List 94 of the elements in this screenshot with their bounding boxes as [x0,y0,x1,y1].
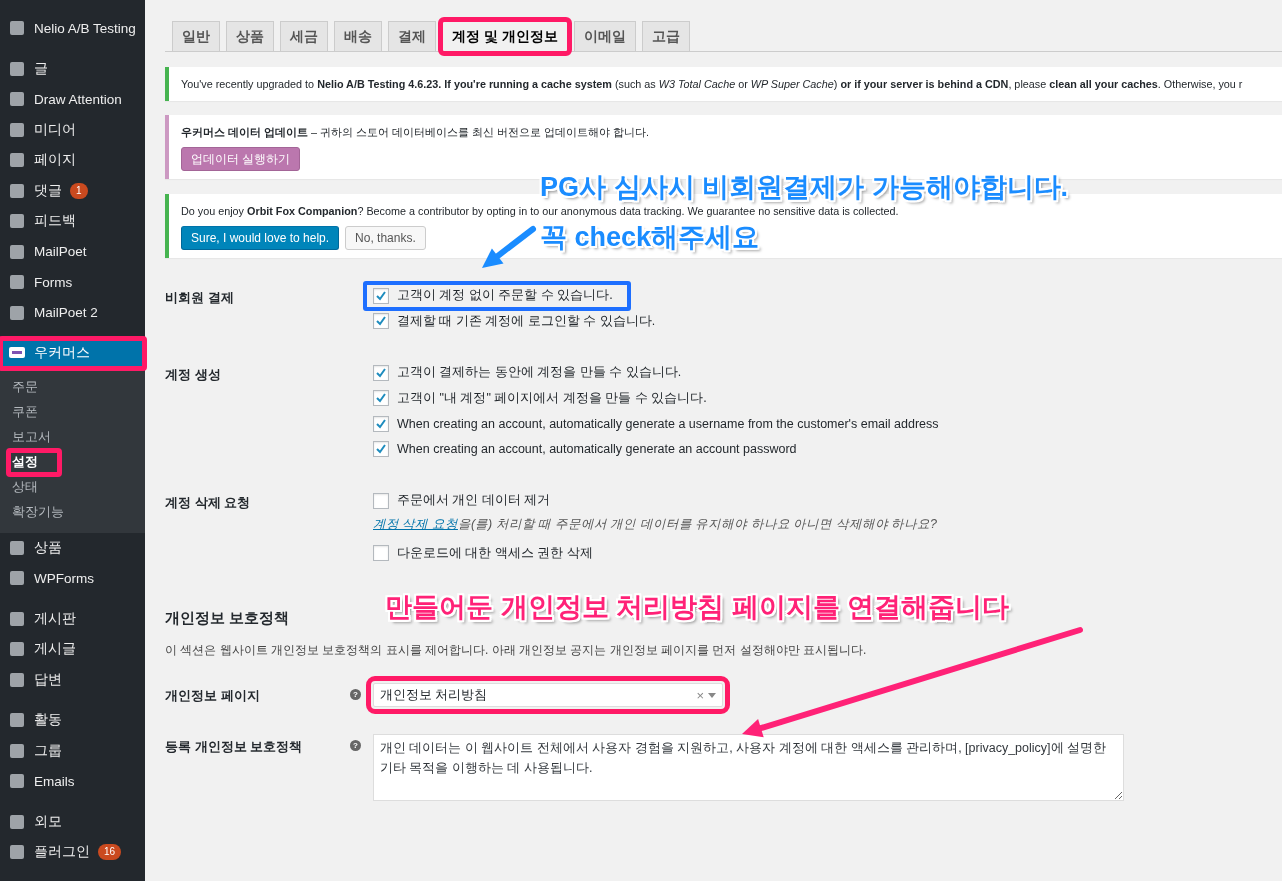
checkbox[interactable] [373,287,389,304]
sidebar-item[interactable]: Emails [0,766,145,797]
submenu-item[interactable]: 주문 [0,374,145,400]
annotation-text: PG사 심사시 비회원결제가 가능해야합니다. [540,172,1069,203]
checkbox[interactable] [373,415,389,432]
square-icon [8,772,26,791]
checkbox-label: When creating an account, automatically generate an account password [397,442,797,457]
checkbox[interactable] [373,390,389,407]
sidebar-item[interactable]: Nelio A/B Testing [0,13,145,44]
submenu-item[interactable]: 설정 [8,449,60,475]
square-icon [8,19,26,38]
caret-icon [708,692,716,698]
checkbox-label: When creating an account, automatically generate a username from the customer's email address [397,416,939,431]
sidebar-item[interactable]: 상품 [0,532,145,563]
field-description: 계정 삭제 요청을(를) 처리할 때 주문에서 개인 데이터를 유지해야 하나요 아니면 삭제해야 하나요? [373,515,938,533]
arrow-drawing [482,226,536,268]
square-icon [8,640,26,659]
submenu-item[interactable]: 상태 [0,474,145,500]
square-icon [8,273,26,292]
checkbox-label: 다운로드에 대한 액세스 권한 삭제 [397,544,593,562]
square-icon [8,711,26,730]
sidebar-item[interactable]: WPForms [0,563,145,594]
square-icon [8,59,26,78]
notice-text: You've recently upgraded to Nelio A/B Testing 4.6.23. If you're running a cache system (such as W3 Total Cache or WP Super Cache) or if your server is behind a CDN, please clean all your caches. Otherwise, you r [181,77,1243,92]
notice-text: Do you enjoy Orbit Fox Companion? Become a contributor by opting in to our anonymous data tracking. We guarantee no sensitive data is collected. [181,204,899,219]
notice-button[interactable]: Sure, I would love to help. [181,226,340,250]
field-label: 비회원 결제 [165,289,235,307]
settings-tab[interactable]: 배송 [334,21,382,51]
square-icon [8,812,26,831]
field-label: 계정 삭제 요청 [165,494,252,512]
count-badge: 16 [98,844,122,861]
notice-text: 우커머스 데이터 업데이트 – 귀하의 스토어 데이터베이스를 최신 버전으로 업데이트해야 합니다. [181,125,649,140]
checkbox-label: 주문에서 개인 데이터 제거 [397,492,551,510]
square-icon [8,741,26,760]
square-icon [8,609,26,628]
checkbox[interactable] [373,313,389,330]
square-icon [8,120,26,139]
checkbox-label: 고객이 결제하는 동안에 계정을 만들 수 있습니다. [397,364,682,382]
settings-tab[interactable]: 상품 [226,21,274,51]
sidebar-item[interactable]: 활동 [0,705,145,736]
settings-tab[interactable]: 일반 [172,21,220,51]
sidebar-item[interactable]: MailPoet [0,236,145,267]
annotation-text: 꼭 check해주세요 [540,222,761,253]
sidebar-item[interactable]: 그룹 [0,735,145,766]
count-badge: 1 [70,182,88,199]
square-icon [8,242,26,261]
square-icon [8,181,26,200]
field-label: 계정 생성 [165,366,222,384]
sidebar-item[interactable]: 글 [0,53,145,84]
section-description: 이 섹션은 웹사이트 개인정보 보호정책의 표시를 제어합니다. 아래 개인정보 공지는 개인정보 페이지를 먼저 설정해야만 표시됩니다. [165,642,868,659]
square-icon [8,90,26,109]
annotation-text: 만들어둔 개인정보 처리방침 페이지를 연결해줍니다 [385,592,1009,623]
sidebar-item[interactable]: 우커머스 [0,338,145,369]
submenu-item[interactable]: 쿠폰 [0,399,145,425]
settings-tab[interactable]: 이메일 [573,21,636,51]
sidebar-item[interactable]: 플러그인 16 [0,837,145,868]
sidebar-item[interactable]: Draw Attention [0,84,145,115]
square-icon [8,538,26,557]
checkbox[interactable] [373,441,389,458]
square-icon [8,212,26,231]
sidebar-item[interactable]: 미디어 [0,114,145,145]
help-icon[interactable]: ? [350,740,361,751]
square-icon [8,151,26,170]
checkbox[interactable] [373,364,389,381]
square-icon [8,843,26,862]
field-label: 등록 개인정보 보호정책 [165,738,304,756]
sidebar-item[interactable]: 댓글 1 [0,175,145,206]
checkbox-label: 고객이 "내 계정" 페이지에서 계정을 만들 수 있습니다. [397,389,707,407]
section-heading: 개인정보 보호정책 [165,609,291,628]
settings-tab[interactable]: 세금 [280,21,328,51]
request-link[interactable]: 계정 삭제 요청 [373,516,458,531]
sidebar-item[interactable]: 외모 [0,806,145,837]
policy-textarea[interactable]: 개인 데이터는 이 웹사이트 전체에서 사용자 경험을 지원하고, 사용자 계정에 대한 액세스를 관리하며, [privacy_policy]에 설명한 기타 목적을 이행하는 데 사용됩니다. [373,734,1124,801]
settings-tab[interactable]: 고급 [641,21,690,51]
submenu-item[interactable]: 확장기능 [0,499,145,525]
sidebar-item[interactable]: 피드백 [0,206,145,237]
help-icon[interactable]: ? [350,689,361,700]
sidebar-item[interactable]: 게시글 [0,634,145,665]
sidebar-item[interactable]: 답변 [0,664,145,695]
checkbox[interactable] [373,545,389,562]
field-label: 개인정보 페이지 [165,687,261,705]
notice-button[interactable]: No, thanks. [345,226,426,250]
sidebar-item[interactable]: 페이지 [0,145,145,176]
square-icon [8,670,26,689]
square-icon [8,303,26,322]
checkbox[interactable] [373,492,389,509]
settings-tab[interactable]: 결제 [388,21,436,51]
sidebar-item[interactable]: Forms [0,267,145,298]
checkbox-label: 결제할 때 기존 계정에 로그인할 수 있습니다. [397,312,656,330]
sidebar-item[interactable]: 게시판 [0,603,145,634]
checkbox-label: 고객이 계정 없이 주문할 수 있습니다. [397,287,613,305]
sidebar-item[interactable]: MailPoet 2 [0,297,145,328]
square-icon [8,569,26,588]
submenu-item[interactable]: 보고서 [0,424,145,450]
